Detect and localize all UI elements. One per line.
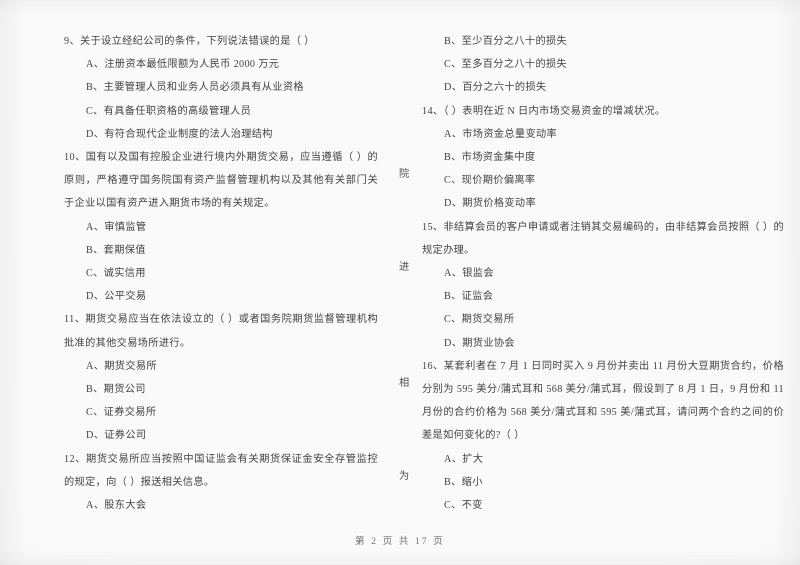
left-column: 9、关于设立经纪公司的条件，下列说法错误的是（ ） A、注册资本最低限额为人民币…	[0, 30, 400, 519]
question-12-stem: 12、期货交易所应当按照中国证监会有关期货保证金安全存管监控的规定，向（ ）报送…	[64, 453, 378, 488]
question-13-option-b: B、至少百分之八十的损失	[444, 36, 568, 47]
question-11-option-b: B、期货公司	[86, 384, 146, 396]
question-15-stem: 15、非结算会员的客户申请或者注销其交易编码的，由非结算会员按照（ ）的规定办理…	[422, 221, 784, 256]
question-15-option-c: C、期货交易所	[444, 314, 515, 326]
question-9-option-d: D、有符合现代企业制度的法人治理结构	[86, 128, 273, 140]
question-14-option-c: C、现价期价偏离率	[444, 175, 536, 187]
question-11-stem: 11、期货交易应当在依法设立的（ ）或者国务院期货监督管理机构批准的其他交易场所…	[64, 314, 378, 349]
question-10-option-b: B、套期保值	[86, 244, 146, 256]
question-10-option-c: C、诚实信用	[86, 268, 146, 280]
question-13-option-d: D、百分之六十的损失	[444, 82, 547, 94]
question-16-option-b: B、缩小	[444, 476, 483, 488]
question-9-option-c: C、有具备任职资格的高级管理人员	[86, 105, 252, 117]
scan-edge-shadow-bottom	[0, 549, 800, 565]
question-9-option-b: B、主要管理人员和业务人员必须具有从业资格	[86, 82, 304, 94]
question-15-option-b: B、证监会	[444, 291, 494, 303]
question-14-option-a: A、市场资金总量变动率	[444, 128, 558, 140]
question-16-stem: 16、某套利者在 7 月 1 日同时买入 9 月份并卖出 11 月份大豆期货合约…	[422, 360, 784, 442]
question-11-option-c: C、证券交易所	[86, 407, 157, 419]
question-10-option-a: A、审慎监管	[86, 221, 147, 233]
question-11-option-d: D、证券公司	[86, 430, 147, 442]
question-16-option-c: C、不变	[444, 500, 483, 512]
right-column: B、至少百分之八十的损失 C、至多百分之八十的损失 D、百分之六十的损失 14、…	[400, 30, 800, 519]
question-14-option-b: B、市场资金集中度	[444, 152, 536, 164]
scan-bleed-char-2: 进	[399, 262, 410, 273]
question-12-option-b: B、中国证监会	[64, 517, 378, 519]
question-14-stem: 14、（ ）表明在近 N 日内市场交易资金的增减状况。	[422, 105, 666, 117]
question-11-option-a: A、期货交易所	[86, 360, 157, 372]
question-12-option-a: A、股东大会	[86, 500, 147, 512]
question-15-option-d: D、期货业协会	[444, 337, 515, 349]
question-9-stem: 9、关于设立经纪公司的条件，下列说法错误的是（ ）	[64, 36, 315, 47]
question-16-option-d: D、无法判断	[422, 517, 784, 519]
scan-edge-shadow-top	[0, 0, 800, 16]
question-10-stem: 10、国有以及国有控股企业进行境内外期货交易，应当遵循（ ）的原则，严格遵守国务…	[64, 152, 378, 210]
page-footer: 第 2 页 共 17 页	[355, 537, 445, 547]
scan-bleed-char-3: 相	[399, 378, 410, 389]
question-16-option-a: A、扩大	[444, 453, 484, 465]
question-15-option-a: A、银监会	[444, 268, 494, 280]
question-10-option-d: D、公平交易	[86, 291, 147, 303]
question-14-option-d: D、期货价格变动率	[444, 198, 537, 210]
question-9-option-a: A、注册资本最低限额为人民币 2000 万元	[86, 59, 280, 71]
scan-bleed-char-1: 院	[399, 169, 410, 180]
scanned-exam-page: 9、关于设立经纪公司的条件，下列说法错误的是（ ） A、注册资本最低限额为人民币…	[0, 0, 800, 565]
scan-bleed-char-4: 为	[399, 471, 410, 482]
question-13-option-c: C、至多百分之八十的损失	[444, 59, 568, 71]
